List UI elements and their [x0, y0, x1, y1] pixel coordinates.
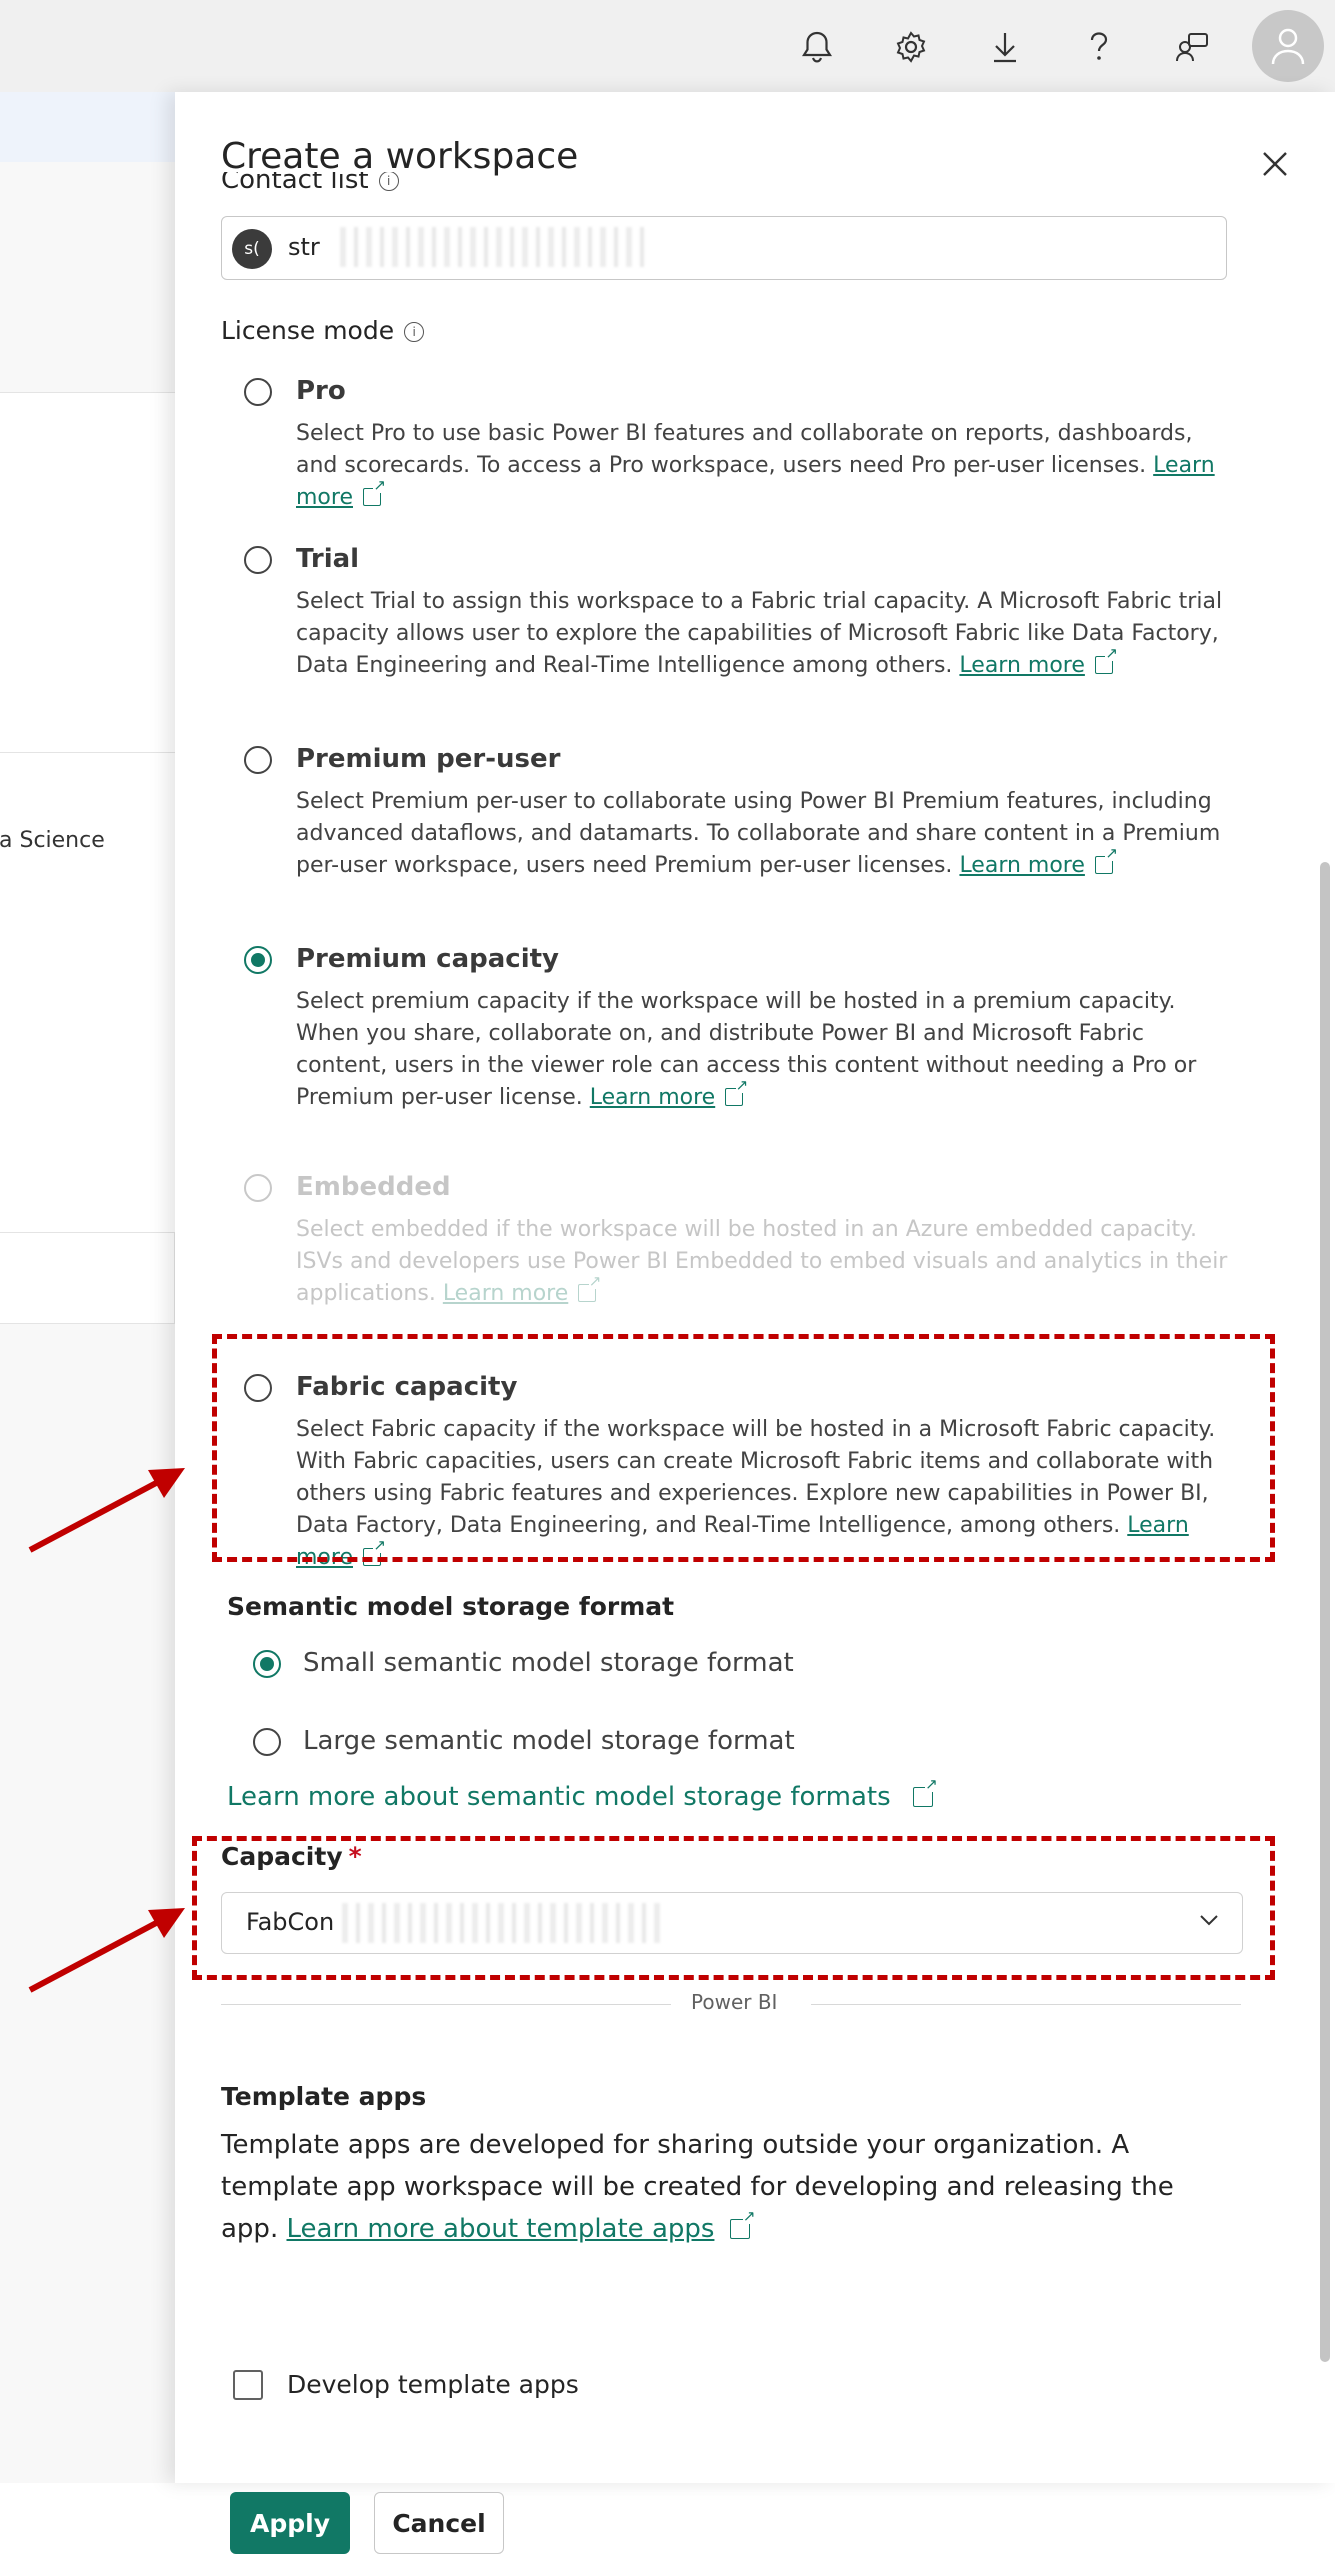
info-icon[interactable]: i: [404, 322, 425, 342]
bell-icon[interactable]: [792, 22, 842, 72]
user-avatar-icon[interactable]: [1252, 10, 1324, 82]
gear-icon[interactable]: [886, 22, 936, 72]
external-link-icon: [912, 1776, 938, 1807]
close-button[interactable]: [1255, 144, 1295, 184]
contact-list-label: Contact list i: [221, 172, 399, 198]
option-desc-premium-per-user: Select Premium per-user to collaborate u…: [296, 786, 1236, 882]
contact-avatar: s(: [232, 229, 272, 269]
option-desc-pro: Select Pro to use basic Power BI feature…: [296, 418, 1236, 514]
option-desc-trial: Select Trial to assign this workspace to…: [296, 586, 1236, 682]
share-feedback-icon[interactable]: [1168, 22, 1218, 72]
redacted-text: [340, 227, 650, 267]
option-title-premium-capacity: Premium capacity: [296, 944, 559, 974]
external-link-icon: [578, 1273, 602, 1302]
develop-template-apps-label: Develop template apps: [287, 2370, 579, 2399]
radio-trial[interactable]: [244, 546, 272, 574]
radio-embedded: [244, 1174, 272, 1202]
scrollbar-thumb[interactable]: [1320, 862, 1330, 2362]
arrow-icon: [28, 1908, 185, 1993]
external-link-icon: [1094, 845, 1118, 874]
option-title-trial: Trial: [296, 544, 360, 574]
top-bar: [0, 0, 1335, 93]
external-link-icon: [725, 1077, 749, 1106]
learn-more-link[interactable]: Learn more: [590, 1085, 715, 1110]
external-link-icon: [730, 2208, 756, 2239]
radio-premium-capacity[interactable]: [244, 946, 272, 974]
highlight-box-fabric-capacity: [212, 1334, 1275, 1562]
option-title-embedded: Embedded: [296, 1172, 451, 1202]
develop-template-apps-checkbox[interactable]: [233, 2370, 263, 2400]
cancel-button[interactable]: Cancel: [374, 2492, 504, 2554]
divider-label: Power BI: [691, 1990, 778, 2014]
radio-large-semantic-model[interactable]: [253, 1728, 281, 1756]
large-semantic-model-label: Large semantic model storage format: [303, 1726, 795, 1756]
info-icon[interactable]: i: [378, 172, 399, 191]
background-card: [0, 392, 176, 774]
background-card: [0, 1232, 175, 1324]
help-icon[interactable]: [1074, 22, 1124, 72]
close-icon: [1263, 152, 1287, 176]
radio-premium-per-user[interactable]: [244, 746, 272, 774]
panel-title: Create a workspace: [221, 136, 579, 177]
option-title-pro: Pro: [296, 376, 346, 406]
background-card: a Science: [0, 752, 176, 1244]
small-semantic-model-label: Small semantic model storage format: [303, 1648, 794, 1678]
contact-name: str: [288, 233, 320, 261]
template-apps-title: Template apps: [221, 2082, 427, 2111]
radio-small-semantic-model[interactable]: [253, 1650, 281, 1678]
option-desc-embedded: Select embedded if the workspace will be…: [296, 1214, 1236, 1310]
learn-more-link: Learn more: [442, 1281, 569, 1306]
option-desc-premium-capacity: Select premium capacity if the workspace…: [296, 986, 1236, 1114]
arrow-icon: [28, 1468, 185, 1553]
learn-more-link[interactable]: Learn more: [959, 653, 1084, 678]
divider: [811, 2004, 1241, 2005]
create-workspace-panel: Create a workspace Contact list i s( str …: [175, 92, 1335, 2554]
learn-more-link[interactable]: Learn more: [959, 853, 1084, 878]
template-apps-desc: Template apps are developed for sharing …: [221, 2124, 1231, 2250]
external-link-icon: [1094, 645, 1118, 674]
background-page: a Science: [0, 92, 176, 2483]
learn-more-template-apps-link[interactable]: Learn more about template apps: [286, 2214, 714, 2244]
divider: [221, 2004, 671, 2005]
external-link-icon: [363, 477, 386, 506]
learn-more-storage-link[interactable]: Learn more about semantic model storage …: [227, 1776, 938, 1812]
background-header: [0, 92, 175, 162]
license-mode-label: License mode i: [221, 316, 425, 345]
download-icon[interactable]: [980, 22, 1030, 72]
radio-pro[interactable]: [244, 378, 272, 406]
highlight-box-capacity: [192, 1836, 1275, 1980]
apply-button[interactable]: Apply: [230, 2492, 350, 2554]
background-card-text: a Science: [0, 828, 105, 853]
semantic-model-label: Semantic model storage format: [227, 1592, 675, 1621]
contact-list-input[interactable]: s( str: [221, 216, 1227, 280]
option-title-premium-per-user: Premium per-user: [296, 744, 561, 774]
